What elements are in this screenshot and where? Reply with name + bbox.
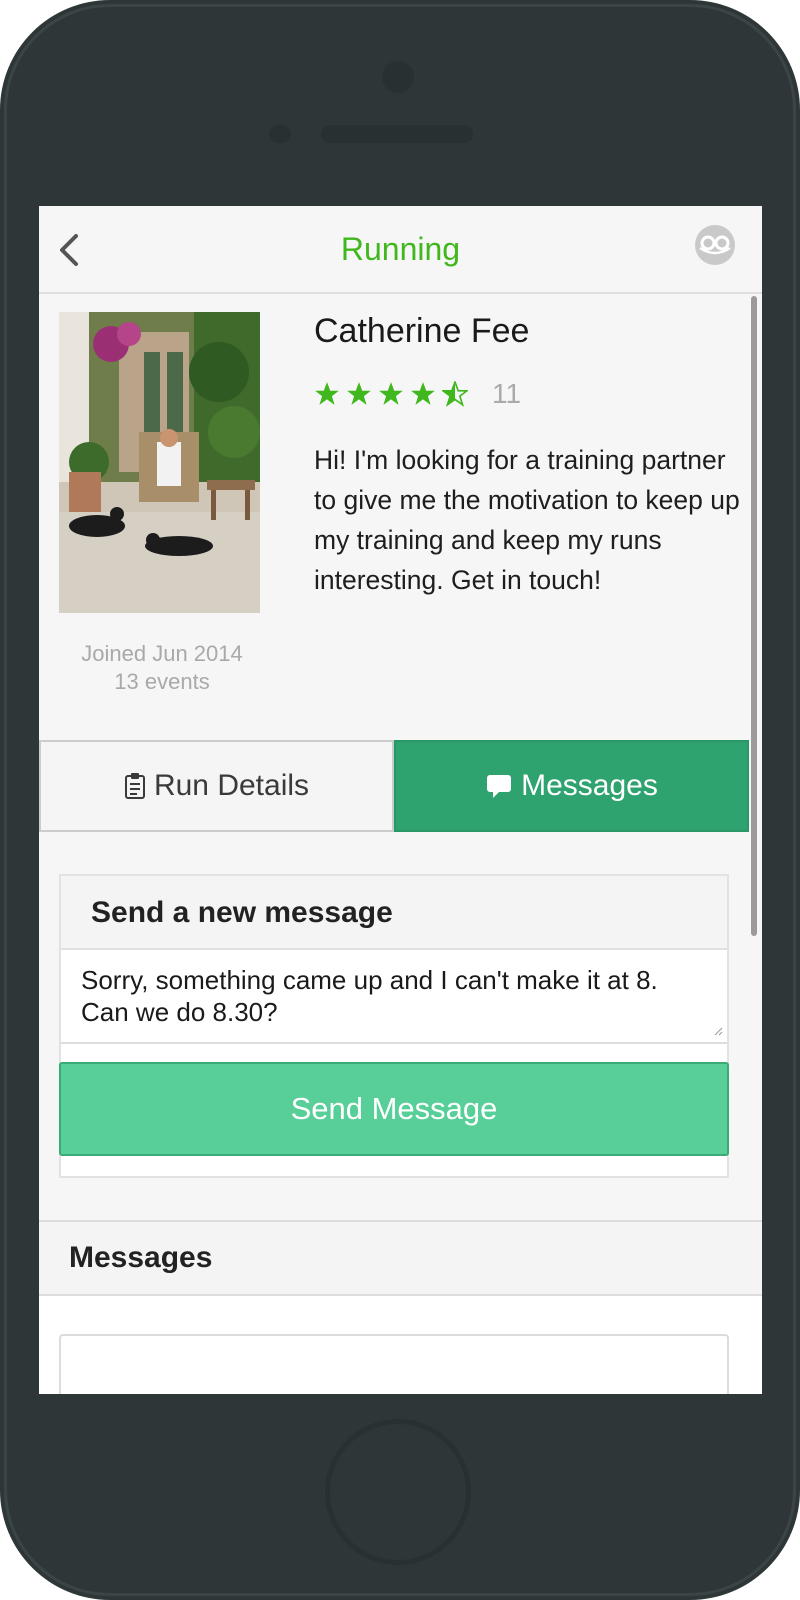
app-logo-icon [695,225,735,265]
top-bar: Running [39,206,762,294]
send-card-title: Send a new message [91,896,393,929]
star-icon-full [411,382,435,405]
proximity-sensor [269,125,291,143]
profile-bio: Hi! I'm looking for a training partner t… [314,445,740,595]
front-camera [382,61,414,93]
phone-frame: Running Catherine Fee 11 Hi! I'm looking… [0,0,800,1600]
event-count: 13 events [114,669,210,694]
message-input[interactable]: Sorry, something came up and I can't mak… [61,950,727,1044]
speech-bubble-icon [485,772,513,800]
app-screen: Running Catherine Fee 11 Hi! I'm looking… [39,206,762,1394]
tab-run-details[interactable]: Run Details [39,740,394,832]
app-logo[interactable] [694,224,736,266]
star-icon-full [379,382,403,405]
rating-stars: 11 [314,376,521,412]
rating-count: 11 [492,378,522,409]
send-card-header: Send a new message [61,876,727,950]
clipboard-icon [124,772,146,800]
joined-date: Joined Jun 2014 [81,641,243,666]
earpiece-speaker [321,125,473,143]
star-icon-full [347,382,371,405]
messages-section-header: Messages [39,1220,762,1296]
tab-messages[interactable]: Messages [394,740,749,832]
star-icon-half [442,381,468,407]
send-message-button[interactable]: Send Message [59,1062,729,1156]
message-item[interactable] [59,1334,729,1394]
star-icon-full [315,382,339,405]
send-message-card: Send a new message Sorry, something came… [59,874,729,1178]
messages-section-title: Messages [69,1241,213,1274]
page-title: Running [340,231,461,267]
tab-messages-label: Messages [521,769,658,802]
profile-name: Catherine Fee [314,312,530,350]
tab-run-details-label: Run Details [153,769,310,802]
scrollbar[interactable] [751,296,757,936]
home-button[interactable] [325,1419,471,1565]
profile-photo [59,312,260,613]
resize-handle-icon[interactable] [713,1026,723,1036]
profile-meta: Joined Jun 2014 13 events [59,640,265,696]
